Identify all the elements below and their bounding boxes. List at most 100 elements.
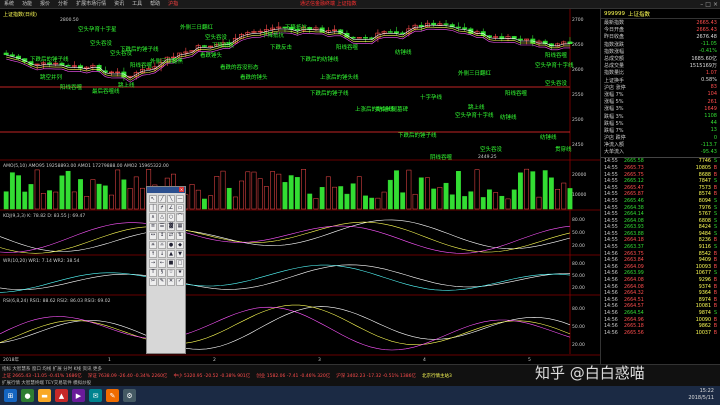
drawing-toolbar[interactable]: × ↖ ╱ ╲ — │ ↱ ∠ ▭ ∧ △ ○ ⌒ ≡ ☰ ▓ ▦ ↔ ↕ ⇄ ⇅ ☀ ☼ ● ◆ ↑ ↓ ▲ ▼ → ← ■ □ T § ☆ ★ ✂ ✎…: [146, 186, 186, 354]
security-code[interactable]: 999999: [604, 11, 625, 17]
draw-tool-button[interactable]: ↔: [149, 231, 157, 240]
draw-tool-button[interactable]: ▭: [176, 204, 184, 213]
menu-item[interactable]: 资讯: [110, 0, 128, 9]
tick-row[interactable]: 14:55 2663.88 9484 S: [601, 231, 720, 238]
tick-row[interactable]: 14:55 2665.73 10805 B: [601, 165, 720, 172]
tick-row[interactable]: 14:56 2665.18 9862 B: [601, 323, 720, 330]
draw-tool-button[interactable]: ☰: [158, 222, 166, 231]
draw-tool-button[interactable]: ○: [167, 213, 175, 222]
menu-item[interactable]: 扩展市场行情: [72, 0, 110, 9]
draw-tool-button[interactable]: T: [149, 268, 157, 277]
tick-row[interactable]: 14:56 2665.56 10037 B: [601, 330, 720, 337]
menu-item[interactable]: 沪指: [164, 0, 182, 9]
tick-row[interactable]: 14:55 2665.46 8094 S: [601, 198, 720, 205]
tick-row[interactable]: 14:56 2664.57 10081 B: [601, 304, 720, 311]
tick-row[interactable]: 14:56 2664.08 9374 B: [601, 284, 720, 291]
draw-tool-button[interactable]: →: [149, 259, 157, 268]
draw-tool-button[interactable]: ≡: [149, 222, 157, 231]
draw-tool-button[interactable]: ✂: [149, 277, 157, 286]
tick-row[interactable]: 14:55 2664.38 7976 S: [601, 205, 720, 212]
draw-tool-button[interactable]: ▦: [176, 222, 184, 231]
browser-icon[interactable]: ●: [21, 389, 34, 402]
start-icon[interactable]: ⊞: [4, 389, 17, 402]
window-button[interactable]: □: [705, 0, 711, 9]
draw-tool-button[interactable]: ▲: [167, 250, 175, 259]
menu-item[interactable]: 功能: [18, 0, 36, 9]
window-button[interactable]: ×: [713, 0, 718, 9]
tick-row[interactable]: 14:55 2665.58 7746 S: [601, 159, 720, 166]
menu-item[interactable]: 分析: [54, 0, 72, 9]
draw-tool-button[interactable]: ▼: [176, 250, 184, 259]
index-hs300[interactable]: 沪深 3402.23 -17.32 -0.51% 1386亿: [336, 373, 416, 379]
draw-tool-button[interactable]: ★: [176, 268, 184, 277]
draw-tool-button[interactable]: │: [149, 204, 157, 213]
draw-tool-button[interactable]: —: [176, 195, 184, 204]
chat-icon[interactable]: ✉: [89, 389, 102, 402]
tick-row[interactable]: 14:55 2665.47 7573 B: [601, 185, 720, 192]
draw-tool-button[interactable]: ☼: [158, 240, 166, 250]
folder-icon[interactable]: ▬: [38, 389, 51, 402]
tick-row[interactable]: 14:55 2663.37 9116 S: [601, 244, 720, 251]
draw-tool-button[interactable]: ☀: [149, 240, 157, 250]
tick-row[interactable]: 14:56 2663.75 8542 B: [601, 251, 720, 258]
status-menu-text[interactable]: 指标 大智慧系 窗口 均线 扩展 分时 K线 资讯 更多: [2, 366, 102, 372]
tick-row[interactable]: 14:55 2663.93 8424 S: [601, 225, 720, 232]
stock-app-icon[interactable]: ▲: [55, 389, 68, 402]
menu-item[interactable]: 报价: [36, 0, 54, 9]
draw-tool-button[interactable]: ◆: [176, 240, 184, 250]
tick-list[interactable]: 14:55 2665.58 7746 S 14:55 2665.73 10805 B 14:55…: [601, 159, 720, 337]
tick-row[interactable]: 14:56 2663.84 9409 B: [601, 257, 720, 264]
tick-row[interactable]: 14:55 2664.08 6808 S: [601, 218, 720, 225]
draw-tool-button[interactable]: ↱: [158, 204, 166, 213]
draw-tool-button[interactable]: ⌒: [176, 213, 184, 222]
draw-tool-button[interactable]: ✎: [158, 277, 166, 286]
menu-item[interactable]: 系统: [0, 0, 18, 9]
status-tabs[interactable]: 扩展行情 大智慧终端 TEY交易软件 模拟炒股: [2, 380, 91, 386]
draw-tool-button[interactable]: ●: [167, 240, 175, 250]
draw-tool-button[interactable]: ╲: [167, 195, 175, 204]
index-gem[interactable]: 创业 1582.06 -7.41 -0.46% 320亿: [256, 373, 330, 379]
draw-tool-button[interactable]: ∧: [149, 213, 157, 222]
tick-row[interactable]: 14:56 2664.54 9874 S: [601, 310, 720, 317]
tick-row[interactable]: 14:56 2663.99 10677 S: [601, 271, 720, 278]
tick-row[interactable]: 14:55 2664.18 8236 B: [601, 238, 720, 245]
draw-tool-button[interactable]: ↕: [158, 231, 166, 240]
draw-tool-button[interactable]: ✕: [167, 277, 175, 286]
tick-row[interactable]: 14:56 2664.96 10090 B: [601, 317, 720, 324]
server-name[interactable]: 北京行情主站3: [422, 373, 452, 379]
kline-chart[interactable]: 上证指数(日线) AMO(5,10) AMO95 19258893.00 AMO1…: [0, 9, 600, 364]
draw-tool-button[interactable]: ⇄: [167, 231, 175, 240]
security-name[interactable]: 上证指数: [628, 10, 650, 18]
tick-row[interactable]: 14:55 2665.87 8574 B: [601, 192, 720, 199]
draw-tool-button[interactable]: ✓: [176, 277, 184, 286]
draw-tool-button[interactable]: ▓: [167, 222, 175, 231]
draw-tool-button[interactable]: ∠: [167, 204, 175, 213]
draw-tool-button[interactable]: ╱: [158, 195, 166, 204]
index-sh[interactable]: 上证 2665.43 -11.05 -0.41% 1686亿: [2, 373, 82, 379]
tick-row[interactable]: 14:56 2664.09 10093 B: [601, 264, 720, 271]
window-button[interactable]: –: [700, 0, 703, 9]
index-sme[interactable]: 中小 5320.95 -20.52 -0.38% 901亿: [173, 373, 250, 379]
tick-row[interactable]: 14:55 2664.14 5767 S: [601, 211, 720, 218]
draw-tool-button[interactable]: ↑: [149, 250, 157, 259]
tick-row[interactable]: 14:56 2664.32 9364 B: [601, 290, 720, 297]
draw-tool-button[interactable]: ⇅: [176, 231, 184, 240]
tick-row[interactable]: 14:55 2665.75 8688 B: [601, 172, 720, 179]
media-icon[interactable]: ▶: [72, 389, 85, 402]
draw-tool-button[interactable]: ↓: [158, 250, 166, 259]
settings-icon[interactable]: ⚙: [123, 389, 136, 402]
index-sz[interactable]: 深证 7638.09 -26.40 -0.34% 2260亿: [88, 373, 168, 379]
tick-row[interactable]: 14:56 2664.08 9296 B: [601, 277, 720, 284]
close-icon[interactable]: ×: [179, 187, 184, 192]
draw-tool-button[interactable]: §: [158, 268, 166, 277]
draw-tool-button[interactable]: ☆: [167, 268, 175, 277]
draw-tool-button[interactable]: △: [158, 213, 166, 222]
draw-tool-button[interactable]: ■: [167, 259, 175, 268]
tick-row[interactable]: 14:55 2665.12 7847 S: [601, 178, 720, 185]
draw-tool-button[interactable]: □: [176, 259, 184, 268]
menu-item[interactable]: 工具: [128, 0, 146, 9]
clock[interactable]: 15:22 2018/5/11: [688, 388, 714, 402]
draw-tool-button[interactable]: ←: [158, 259, 166, 268]
paint-icon[interactable]: ✎: [106, 389, 119, 402]
menu-item[interactable]: 帮助: [146, 0, 164, 9]
